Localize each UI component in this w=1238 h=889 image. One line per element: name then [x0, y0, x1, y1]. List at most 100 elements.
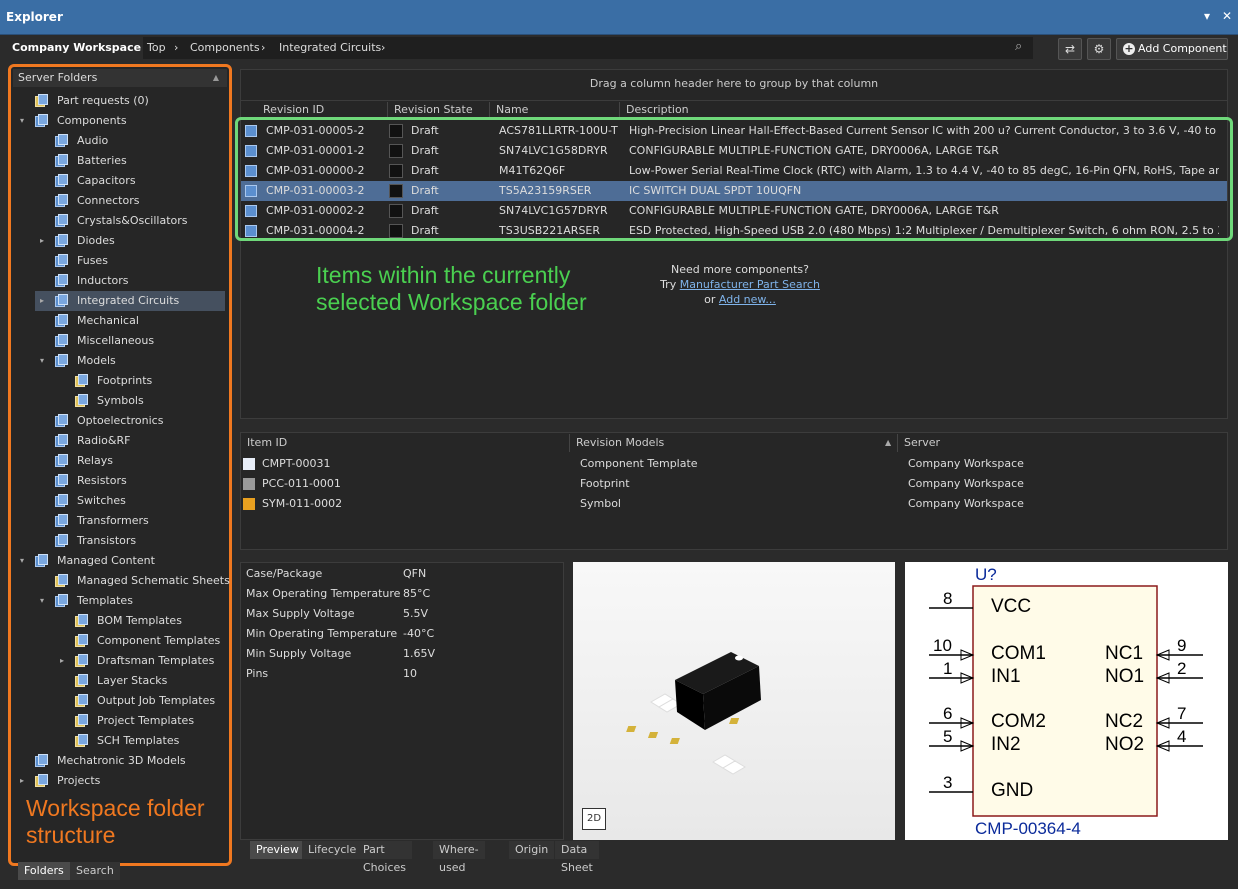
tree-item[interactable]: Relays: [35, 451, 225, 471]
tree-item[interactable]: Crystals&Oscillators: [35, 211, 225, 231]
tree-item[interactable]: Audio: [35, 131, 225, 151]
column-header-description[interactable]: Description: [620, 102, 1220, 118]
tree-item[interactable]: Footprints: [55, 371, 225, 391]
tab-where-used[interactable]: Where-used: [433, 841, 485, 874]
state-checkbox[interactable]: [389, 204, 403, 218]
pin-name: COM2: [991, 711, 1046, 732]
table-row[interactable]: CMP-031-00003-2 Draft TS5A23159RSER IC SWIT…: [241, 181, 1227, 201]
table-row[interactable]: CMP-031-00004-2 Draft TS3USB221ARSER ESD Pr…: [241, 221, 1227, 241]
crumb-sep[interactable]: ›: [174, 41, 178, 54]
tree-item[interactable]: ▾ Templates: [35, 591, 225, 611]
add-new-link[interactable]: Add new...: [719, 293, 776, 306]
tree-item[interactable]: Batteries: [35, 151, 225, 171]
settings-icon[interactable]: ⚙: [1087, 38, 1111, 60]
tab-data-sheet[interactable]: Data Sheet: [555, 841, 599, 874]
tree-item[interactable]: ▸ Projects: [15, 771, 225, 791]
crumb-integrated-circuits[interactable]: Integrated Circuits: [279, 41, 381, 54]
column-header-item-id[interactable]: Item ID: [241, 434, 570, 452]
state-checkbox[interactable]: [389, 164, 403, 178]
state-checkbox[interactable]: [389, 124, 403, 138]
tree-item[interactable]: ▸ Draftsman Templates: [55, 651, 225, 671]
tree-item[interactable]: BOM Templates: [55, 611, 225, 631]
tree-item[interactable]: Managed Schematic Sheets: [35, 571, 230, 591]
table-row[interactable]: CMPT-00031 Component Template Company Work…: [241, 454, 1227, 474]
tab-origin[interactable]: Origin: [509, 841, 555, 859]
expand-arrow-icon[interactable]: ▸: [17, 771, 27, 791]
tab-part-choices[interactable]: Part Choices: [357, 841, 412, 874]
manufacturer-part-search-link[interactable]: Manufacturer Part Search: [680, 278, 820, 291]
pin-icon[interactable]: ▾: [1204, 9, 1210, 23]
cell-description: CONFIGURABLE MULTIPLE-FUNCTION GATE, DRY…: [629, 144, 999, 157]
expand-arrow-icon[interactable]: ▸: [37, 291, 47, 311]
table-row[interactable]: CMP-031-00002-2 Draft SN74LVC1G57DRYR CONFI…: [241, 201, 1227, 221]
crumb-components[interactable]: Components: [190, 41, 260, 54]
tree-item[interactable]: Output Job Templates: [55, 691, 225, 711]
tree-item[interactable]: Symbols: [55, 391, 225, 411]
tab-preview[interactable]: Preview: [250, 841, 305, 859]
table-row[interactable]: CMP-031-00001-2 Draft SN74LVC1G58DRYR CONFI…: [241, 141, 1227, 161]
collapse-arrow-icon[interactable]: ▾: [37, 591, 47, 611]
tree-item[interactable]: ▸ Diodes: [35, 231, 225, 251]
tree-item[interactable]: SCH Templates: [55, 731, 225, 751]
tree-item[interactable]: Transistors: [35, 531, 225, 551]
state-checkbox[interactable]: [389, 184, 403, 198]
tree-item[interactable]: Component Templates: [55, 631, 225, 651]
column-header-server[interactable]: Server: [898, 434, 1227, 452]
tree-item[interactable]: ▾ Models: [35, 351, 225, 371]
tab-search[interactable]: Search: [70, 862, 120, 880]
column-header-revision-models[interactable]: Revision Models: [570, 434, 898, 452]
state-checkbox[interactable]: [389, 224, 403, 238]
tree-item[interactable]: Connectors: [35, 191, 225, 211]
crumb-sep[interactable]: ›: [381, 41, 385, 54]
tree-item[interactable]: Transformers: [35, 511, 225, 531]
tree-item[interactable]: Capacitors: [35, 171, 225, 191]
tree-item[interactable]: ▸ Integrated Circuits: [35, 291, 225, 311]
table-row[interactable]: CMP-031-00005-2 Draft ACS781LLRTR-100U-T Hi…: [241, 121, 1227, 141]
collapse-icon[interactable]: ▲: [213, 69, 219, 87]
template-icon: [75, 694, 89, 708]
search-icon[interactable]: ⌕: [1015, 39, 1022, 54]
parameter-value: QFN: [403, 567, 427, 580]
table-row[interactable]: PCC-011-0001 Footprint Company Workspace: [241, 474, 1227, 494]
tree-item[interactable]: Mechatronic 3D Models: [15, 751, 225, 771]
expand-arrow-icon[interactable]: ▸: [57, 651, 67, 671]
tree-item[interactable]: Part requests (0): [15, 91, 225, 111]
crumb-sep[interactable]: ›: [261, 41, 265, 54]
2d-toggle-button[interactable]: 2D: [582, 808, 606, 830]
column-header-revision-state[interactable]: Revision State: [388, 102, 490, 118]
add-component-button[interactable]: + Add Component: [1116, 38, 1228, 60]
cell-revision-id: CMP-031-00002-2: [266, 204, 365, 217]
refresh-icon[interactable]: ⇄: [1058, 38, 1082, 60]
tree-item[interactable]: ▾ Components: [15, 111, 225, 131]
tree-item[interactable]: Layer Stacks: [55, 671, 225, 691]
tree-item[interactable]: Optoelectronics: [35, 411, 225, 431]
tree-item[interactable]: Switches: [35, 491, 225, 511]
component-icon: [245, 205, 257, 217]
workspace-dropdown[interactable]: Company Workspace ▾: [12, 41, 150, 54]
state-checkbox[interactable]: [389, 144, 403, 158]
folder-stack-icon: [55, 454, 69, 468]
tree-item[interactable]: Fuses: [35, 251, 225, 271]
table-row[interactable]: CMP-031-00000-2 Draft M41T62Q6F Low-Power S…: [241, 161, 1227, 181]
tree-item[interactable]: Inductors: [35, 271, 225, 291]
tree-item-label: Connectors: [77, 194, 140, 207]
tab-folders[interactable]: Folders: [18, 862, 70, 880]
crumb-top[interactable]: Top: [147, 41, 166, 54]
tree-item[interactable]: Miscellaneous: [35, 331, 225, 351]
table-row[interactable]: SYM-011-0002 Symbol Company Workspace: [241, 494, 1227, 514]
schematic-symbol-preview[interactable]: 8 VCC 10 COM1 1 IN1 6 COM2 5 IN2 3 GND 9 NC1 2 NO1 7 NC2 4…: [905, 562, 1228, 840]
collapse-arrow-icon[interactable]: ▾: [17, 111, 27, 131]
expand-arrow-icon[interactable]: ▸: [37, 231, 47, 251]
collapse-arrow-icon[interactable]: ▾: [17, 551, 27, 571]
tree-item[interactable]: Project Templates: [55, 711, 225, 731]
3d-preview[interactable]: 2D: [573, 562, 895, 840]
close-icon[interactable]: ✕: [1222, 9, 1232, 23]
tree-item[interactable]: Radio&RF: [35, 431, 225, 451]
collapse-arrow-icon[interactable]: ▾: [37, 351, 47, 371]
tree-item[interactable]: Mechanical: [35, 311, 225, 331]
tab-lifecycle[interactable]: Lifecycle: [302, 841, 363, 859]
tree-item[interactable]: Resistors: [35, 471, 225, 491]
column-header-name[interactable]: Name: [490, 102, 620, 118]
column-header-revision-id[interactable]: Revision ID: [257, 102, 388, 118]
tree-item[interactable]: ▾ Managed Content: [15, 551, 225, 571]
